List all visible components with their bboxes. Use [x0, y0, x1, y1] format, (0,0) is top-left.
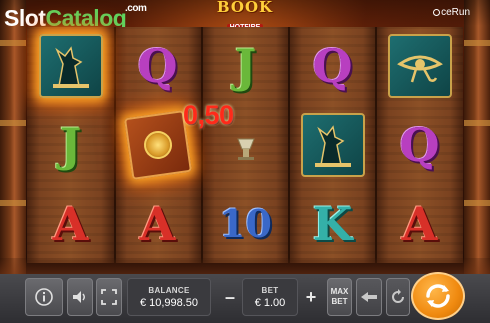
- max-bet-button[interactable]: MAX BET: [327, 278, 352, 316]
- symbol-j: J: [202, 27, 289, 105]
- symbol-j: J: [27, 106, 114, 184]
- fullscreen-icon: [101, 289, 117, 305]
- win-amount: 0,50: [183, 100, 234, 130]
- symbol-q: Q: [114, 27, 201, 105]
- provider-name: ceRun: [441, 7, 470, 18]
- bet-panel: BET € 1.00: [242, 278, 298, 316]
- turbo-icon: [361, 292, 377, 302]
- speaker-icon: [73, 291, 85, 303]
- symbol-j-letter: J: [234, 39, 257, 93]
- symbol-anubis: [27, 27, 114, 105]
- symbol-k: K: [289, 185, 376, 263]
- bet-value: € 1.00: [254, 297, 286, 309]
- balance-value: € 10,998.50: [139, 297, 199, 309]
- spin-button[interactable]: [411, 272, 465, 320]
- symbol-10: 10: [202, 185, 289, 263]
- book-icon: [123, 110, 192, 180]
- symbol-a: A: [376, 185, 463, 263]
- spin-icon: [426, 284, 450, 308]
- balance-panel: BALANCE € 10,998.50: [127, 278, 211, 316]
- symbol-a-letter: A: [52, 197, 89, 251]
- symbol-q: Q: [289, 27, 376, 105]
- symbol-k-letter: K: [312, 197, 353, 251]
- balance-label: BALANCE: [148, 286, 190, 295]
- symbol-q-letter: Q: [399, 118, 440, 172]
- symbol-q-letter: Q: [137, 39, 178, 93]
- bet-decrease-button[interactable]: –: [218, 278, 242, 316]
- symbol-a-letter: A: [139, 197, 176, 251]
- symbol-anubis: [289, 106, 376, 184]
- provider-dot-icon: [433, 9, 441, 16]
- right-pillar: [464, 0, 490, 275]
- sound-button[interactable]: [67, 278, 93, 316]
- reel-area: J A Q A J 10 Q K Q A: [27, 27, 463, 263]
- symbol-10-letter: 10: [219, 201, 272, 246]
- anubis-icon: [38, 34, 103, 98]
- anubis-icon: [300, 113, 365, 177]
- eye-of-horus-icon: [387, 34, 452, 98]
- logo-title: BOOK: [216, 0, 274, 16]
- bet-increase-button[interactable]: +: [299, 278, 323, 316]
- symbol-a-letter: A: [401, 197, 438, 251]
- provider-logo: ceRun: [433, 7, 470, 18]
- symbol-q: Q: [376, 106, 463, 184]
- symbol-j-letter: J: [59, 118, 82, 172]
- autoplay-icon: [392, 289, 404, 303]
- left-pillar: [0, 0, 26, 275]
- max-bet-label-2: BET: [331, 297, 348, 306]
- info-button[interactable]: [25, 278, 63, 316]
- max-bet-label-1: MAX: [330, 287, 349, 296]
- symbol-a: A: [27, 185, 114, 263]
- turbo-button[interactable]: [356, 278, 382, 316]
- fullscreen-button[interactable]: [96, 278, 122, 316]
- lamp-icon: [236, 138, 255, 160]
- symbol-a: A: [114, 185, 201, 263]
- symbol-q-letter: Q: [312, 39, 353, 93]
- watermark-com: .com: [125, 3, 147, 14]
- symbol-eye-of-horus: [376, 27, 463, 105]
- info-icon: [35, 288, 53, 306]
- autoplay-button[interactable]: [386, 278, 410, 316]
- bet-label: BET: [261, 286, 279, 295]
